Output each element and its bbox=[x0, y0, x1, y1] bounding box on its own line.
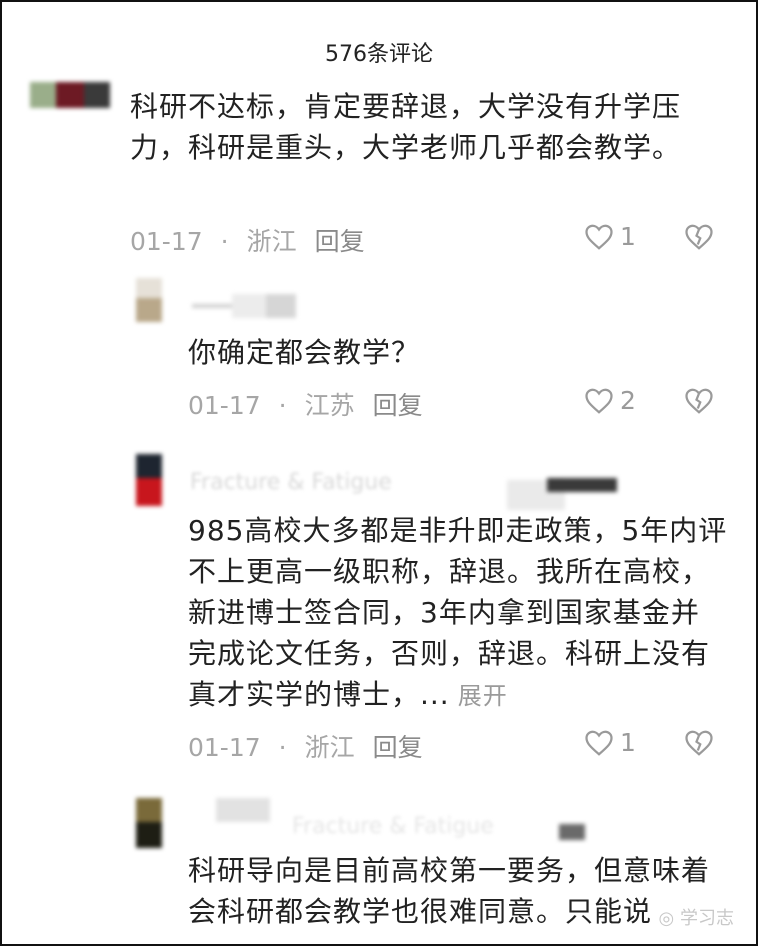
avatar[interactable] bbox=[136, 278, 162, 322]
avatar[interactable] bbox=[136, 798, 162, 848]
like-count: 1 bbox=[620, 728, 636, 757]
comment-meta: 01-17 · 浙江 回复 bbox=[130, 222, 365, 258]
meta-separator: · bbox=[278, 391, 287, 420]
comment-meta: 01-17 · 江苏 回复 bbox=[188, 386, 423, 422]
watermark-text: 学习志 bbox=[680, 908, 734, 929]
comment-location: 浙江 bbox=[246, 227, 297, 256]
username-blurred bbox=[192, 294, 296, 318]
comment-location: 浙江 bbox=[304, 733, 355, 762]
username-blurred bbox=[216, 798, 270, 822]
comment-username[interactable]: Fracture & Fatigue bbox=[190, 470, 392, 495]
comment-text: 科研导向是目前高校第一要务，但意味着会科研都会教学也很难同意。只能说 bbox=[188, 854, 711, 928]
username-blur-block bbox=[547, 478, 617, 492]
expand-button[interactable]: 展开 bbox=[458, 682, 508, 710]
like-count: 1 bbox=[620, 222, 636, 251]
dislike-heart-icon[interactable] bbox=[684, 729, 714, 757]
avatar[interactable] bbox=[30, 82, 110, 108]
comment-username[interactable]: Fracture & Fatigue bbox=[292, 814, 494, 839]
meta-separator: · bbox=[220, 227, 229, 256]
avatar[interactable] bbox=[136, 454, 162, 506]
reply-button[interactable]: 回复 bbox=[373, 391, 423, 420]
comment-text: 你确定都会教学？ bbox=[188, 336, 421, 369]
dislike-heart-icon[interactable] bbox=[684, 387, 714, 415]
comment-count-title: 576条评论 bbox=[325, 42, 433, 67]
comment-date: 01-17 bbox=[188, 733, 261, 762]
like-button[interactable]: 2 bbox=[584, 386, 636, 415]
reply-button[interactable]: 回复 bbox=[373, 733, 423, 762]
heart-icon bbox=[585, 388, 613, 414]
comment-text: 985高校大多都是非升即走政策，5年内评不上更高一级职称，辞退。我所在高校，新进… bbox=[188, 510, 728, 717]
username-blur-block bbox=[559, 824, 585, 840]
watermark: ◎ 学习志 bbox=[659, 904, 734, 930]
meta-separator: · bbox=[278, 733, 287, 762]
like-count: 2 bbox=[620, 386, 636, 415]
reply-button[interactable]: 回复 bbox=[315, 227, 365, 256]
like-button[interactable]: 1 bbox=[584, 728, 636, 757]
wechat-icon: ◎ bbox=[658, 908, 675, 929]
comment-panel: 576条评论 科研不达标，肯定要辞退，大学没有升学压力，科研是重头，大学老师几乎… bbox=[0, 0, 758, 946]
comment-location: 江苏 bbox=[304, 391, 355, 420]
comment-meta: 01-17 · 浙江 回复 bbox=[188, 728, 423, 764]
comment-date: 01-17 bbox=[130, 227, 203, 256]
like-button[interactable]: 1 bbox=[584, 222, 636, 251]
comment-date: 01-17 bbox=[188, 391, 261, 420]
comment-text: 科研不达标，肯定要辞退，大学没有升学压力，科研是重头，大学老师几乎都会教学。 bbox=[130, 90, 682, 164]
heart-icon bbox=[585, 224, 613, 250]
dislike-heart-icon[interactable] bbox=[684, 223, 714, 251]
heart-icon bbox=[585, 730, 613, 756]
